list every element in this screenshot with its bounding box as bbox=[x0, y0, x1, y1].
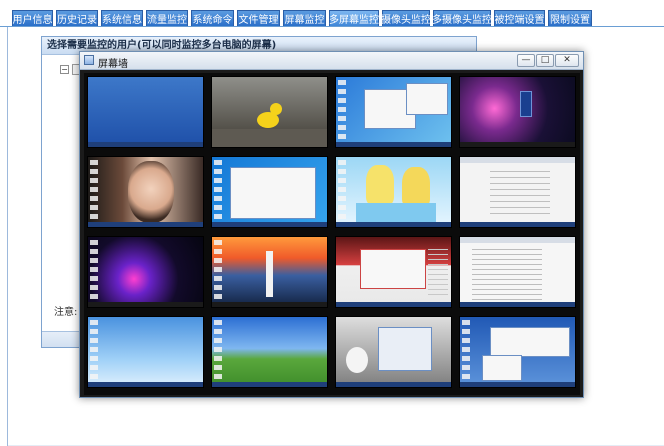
screen-wall-window: 屏幕墙 — □ ✕ bbox=[79, 51, 584, 398]
tab-controlled-settings[interactable]: 被控端设置 bbox=[494, 10, 545, 26]
screen-grid bbox=[84, 73, 580, 395]
app-window bbox=[406, 83, 448, 115]
screen-tile-14[interactable] bbox=[211, 316, 328, 388]
minimize-button[interactable]: — bbox=[517, 54, 535, 67]
taskbar bbox=[336, 302, 451, 307]
taskbar bbox=[336, 142, 451, 147]
portrait-face-shape bbox=[128, 161, 174, 223]
desktop-icons bbox=[214, 320, 222, 380]
desktop-icons bbox=[90, 160, 98, 220]
taskbar bbox=[460, 142, 575, 147]
document-lines bbox=[490, 171, 550, 215]
taskbar bbox=[88, 302, 203, 307]
window-icon bbox=[84, 55, 94, 65]
tab-multi-screen-monitor[interactable]: 多屏幕监控 bbox=[329, 10, 379, 26]
tab-history[interactable]: 历史记录 bbox=[56, 10, 98, 26]
window-toolbar bbox=[460, 157, 575, 163]
taskbar bbox=[460, 382, 575, 387]
app-window bbox=[490, 327, 570, 357]
taskbar bbox=[212, 222, 327, 227]
taskbar bbox=[460, 222, 575, 227]
screen-tile-12[interactable] bbox=[459, 236, 576, 308]
tab-camera-monitor[interactable]: 摄像头监控 bbox=[381, 10, 431, 26]
tab-bar-underline bbox=[0, 26, 664, 27]
taskbar bbox=[212, 302, 327, 307]
close-button[interactable]: ✕ bbox=[555, 54, 579, 67]
figure-shape bbox=[346, 347, 368, 373]
screen-tile-2[interactable] bbox=[211, 76, 328, 148]
taskbar bbox=[88, 382, 203, 387]
tab-file-manager[interactable]: 文件管理 bbox=[237, 10, 280, 26]
screen-tile-5[interactable] bbox=[87, 156, 204, 228]
screen-tile-7[interactable] bbox=[335, 156, 452, 228]
screen-tile-11[interactable] bbox=[335, 236, 452, 308]
explorer-window bbox=[230, 167, 316, 219]
top-tab-bar: 用户信息 历史记录 系统信息 流量监控 系统命令 文件管理 屏幕监控 多屏幕监控… bbox=[0, 0, 664, 27]
sky-shape bbox=[356, 203, 436, 223]
screen-wall-titlebar[interactable]: 屏幕墙 — □ ✕ bbox=[80, 52, 583, 70]
screen-tile-13[interactable] bbox=[87, 316, 204, 388]
desktop-icons bbox=[338, 80, 346, 140]
taskbar bbox=[88, 222, 203, 227]
duck-head-shape bbox=[270, 103, 282, 115]
tab-system-info[interactable]: 系统信息 bbox=[101, 10, 143, 26]
sidebar-list bbox=[428, 249, 448, 299]
tab-traffic-monitor[interactable]: 流量监控 bbox=[146, 10, 188, 26]
screen-tile-10[interactable] bbox=[211, 236, 328, 308]
desktop-icons bbox=[462, 320, 470, 380]
screen-tile-6[interactable] bbox=[211, 156, 328, 228]
tab-user-info[interactable]: 用户信息 bbox=[12, 10, 53, 26]
screen-tile-15[interactable] bbox=[335, 316, 452, 388]
screen-tile-3[interactable] bbox=[335, 76, 452, 148]
browser-window bbox=[360, 249, 426, 289]
tab-screen-monitor[interactable]: 屏幕监控 bbox=[283, 10, 326, 26]
maximize-button[interactable]: □ bbox=[536, 54, 554, 67]
screen-tile-1[interactable] bbox=[87, 76, 204, 148]
anime-character-shape bbox=[402, 167, 430, 207]
taskbar bbox=[336, 222, 451, 227]
screen-wall-title: 屏幕墙 bbox=[98, 59, 128, 70]
desktop-icons bbox=[338, 160, 346, 220]
tab-multi-camera-monitor[interactable]: 多摄像头监控 bbox=[432, 10, 492, 26]
tree-collapse-toggle[interactable]: − bbox=[60, 65, 69, 74]
screen-tile-8[interactable] bbox=[459, 156, 576, 228]
ground-shape bbox=[212, 129, 327, 147]
tab-system-command[interactable]: 系统命令 bbox=[191, 10, 234, 26]
blue-box-shape bbox=[520, 91, 532, 117]
desktop-icons bbox=[214, 240, 222, 300]
window-toolbar bbox=[460, 237, 575, 243]
lighthouse-shape bbox=[266, 251, 273, 297]
taskbar bbox=[460, 302, 575, 307]
document-lines bbox=[472, 249, 542, 301]
left-frame-rule bbox=[7, 27, 8, 446]
note-label: 注意: bbox=[54, 307, 78, 318]
taskbar bbox=[88, 142, 203, 147]
app-window bbox=[482, 355, 522, 381]
desktop-icons bbox=[90, 240, 98, 300]
desktop-icons bbox=[214, 160, 222, 220]
tab-restriction-settings[interactable]: 限制设置 bbox=[548, 10, 592, 26]
dialog-window bbox=[378, 327, 432, 371]
taskbar bbox=[212, 382, 327, 387]
desktop-icons bbox=[90, 320, 98, 380]
anime-character-shape bbox=[366, 165, 394, 205]
screen-tile-16[interactable] bbox=[459, 316, 576, 388]
screen-tile-9[interactable] bbox=[87, 236, 204, 308]
screen-tile-4[interactable] bbox=[459, 76, 576, 148]
taskbar bbox=[336, 382, 451, 387]
